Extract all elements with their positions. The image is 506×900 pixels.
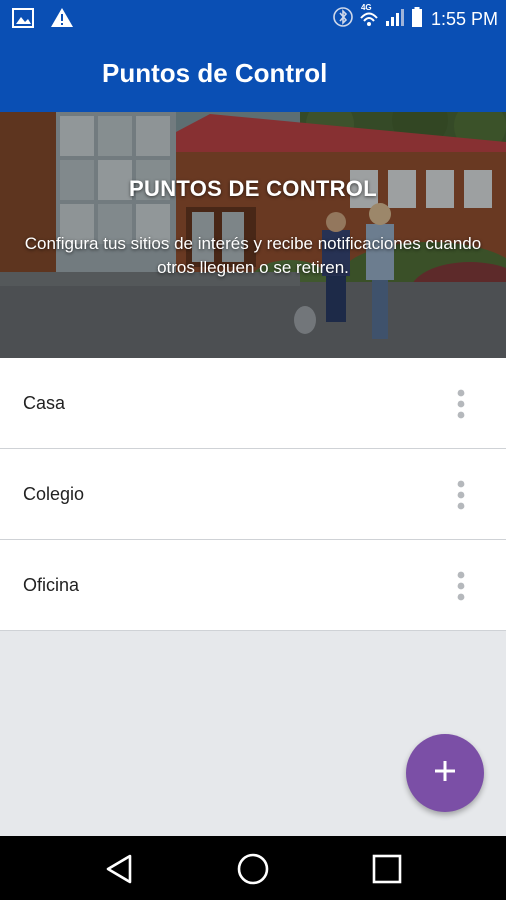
status-bar: 4G 1:55 PM	[0, 0, 506, 36]
network-type-label: 4G	[360, 3, 372, 12]
list-item[interactable]: Casa	[0, 358, 506, 449]
hero-title: PUNTOS DE CONTROL	[129, 176, 377, 201]
place-label: Casa	[23, 393, 66, 413]
hero-subtitle: Configura tus sitios de interés y recibe…	[24, 234, 482, 277]
recents-icon[interactable]	[370, 852, 404, 886]
app-bar: Puntos de Control	[0, 36, 506, 112]
more-options-icon[interactable]	[446, 479, 476, 511]
bluetooth-icon	[333, 6, 353, 33]
page-title: Puntos de Control	[102, 58, 328, 88]
place-label: Oficina	[23, 575, 80, 595]
image-icon	[12, 7, 34, 33]
list-item[interactable]: Oficina	[0, 540, 506, 631]
add-place-button[interactable]	[406, 734, 484, 812]
plus-icon	[433, 759, 457, 788]
navigation-bar	[0, 836, 506, 900]
wifi-icon: 4G	[359, 3, 379, 33]
signal-icon	[385, 7, 405, 32]
more-options-icon[interactable]	[446, 570, 476, 602]
place-label: Colegio	[23, 484, 85, 504]
more-options-icon[interactable]	[446, 388, 476, 420]
hero-banner: PUNTOS DE CONTROL Configura tus sitios d…	[0, 112, 506, 358]
list-item[interactable]: Colegio	[0, 449, 506, 540]
battery-icon	[411, 6, 423, 33]
warning-icon	[50, 7, 74, 33]
back-icon[interactable]	[102, 852, 136, 886]
home-icon[interactable]	[236, 852, 270, 886]
places-list: Casa Colegio Oficina	[0, 358, 506, 631]
status-time: 1:55 PM	[430, 9, 498, 29]
